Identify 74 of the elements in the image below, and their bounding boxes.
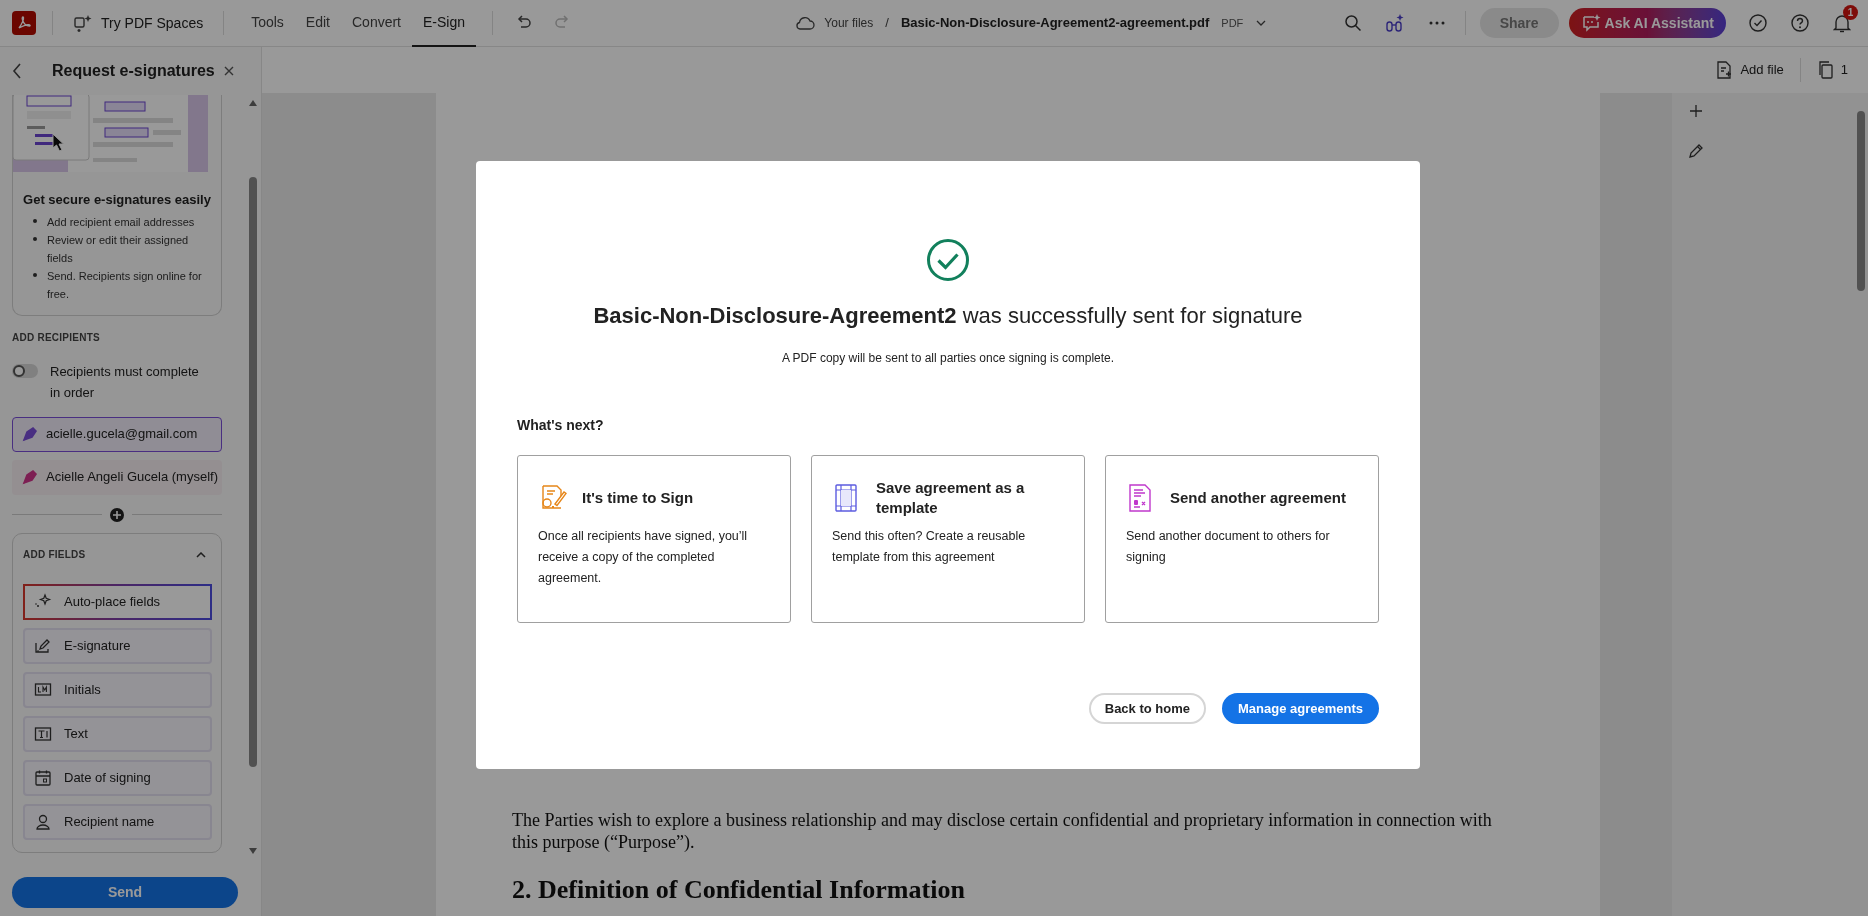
plus-icon [1690,105,1702,117]
sparkle-glasses-icon [1384,13,1405,33]
field-button[interactable]: E-signature [23,627,212,664]
file-name: Basic-Non-Disclosure-Agreement2-agreement.pdf [900,14,1210,33]
option-description: Send another document to others for signing [1126,528,1331,566]
option-card[interactable]: It's time to Sign Once all recipients have signed, you’ll receive a copy of the completed agreement. [517,455,791,623]
menu-tab[interactable]: Tools [240,0,295,47]
scrollbar-thumb[interactable] [1857,111,1865,291]
help-icon [1790,13,1810,33]
file-add-icon [1716,61,1733,79]
add-recipient-button[interactable] [110,507,124,522]
chevron-down-icon [1256,20,1267,26]
toggle-label: Recipients must complete in order [50,362,200,402]
field-button[interactable]: Text [23,715,212,752]
scroll-up-icon[interactable] [248,99,258,107]
dialog-subtitle: A PDF copy will be sent to all parties once signing is complete. [781,350,1115,367]
manage-agreements-button[interactable]: Manage agreements [1222,693,1379,724]
section-heading: What's next? [517,416,604,435]
file-type-label: PDF [1221,15,1244,31]
field-button[interactable]: Date of signing [23,759,212,796]
spaces-button[interactable]: Try PDF Spaces [69,7,208,39]
app-logo[interactable] [12,11,36,35]
search-icon [1343,14,1362,32]
option-title: Send another agreement [1170,488,1346,508]
option-description: Send this often? Create a reusable template from this agreement [832,528,1027,566]
section-heading: ADD FIELDS [23,548,86,562]
option-card[interactable]: Send another agreement Send another document to others for signing [1105,455,1379,623]
bullet-text: Review or edit their assigned fields [47,232,190,266]
bullet-text: Send. Recipients sign online for free. [47,268,203,302]
back-home-button[interactable]: Back to home [1088,693,1206,724]
recipient-chip[interactable]: Acielle Angeli Gucela (myself) [12,459,222,495]
page-count-button[interactable]: 1 [1816,60,1848,80]
pages-icon [1816,61,1833,79]
chevron-up-icon [196,551,206,558]
success-check-icon [926,238,970,282]
notification-badge: 1 [1843,5,1858,20]
section-heading: 2. Definition of Confidential Information [512,875,966,905]
text-field-icon [34,724,52,743]
breadcrumb-link[interactable]: Your files [824,14,874,32]
person-icon [34,812,52,831]
check-circle-icon [1748,13,1768,33]
option-description: Once all recipients have signed, you’ll receive a copy of the completed agreement. [538,528,749,587]
close-icon [224,66,234,76]
chevron-left-icon [12,63,22,79]
chat-sparkle-icon [1580,13,1601,33]
send-button[interactable]: Send [12,876,238,908]
sparkle-grid-icon [73,13,93,33]
cloud-icon [794,15,817,31]
option-card[interactable]: Save agreement as a template Send this often? Create a reusable template from this agreement [811,455,1085,623]
scrollbar-thumb[interactable] [249,177,257,767]
field-button[interactable]: Initials [23,671,212,708]
dialog-title: Basic-Non-Disclosure-Agreement2 was successfully sent for signature [593,302,1303,330]
toggle-switch[interactable] [12,363,38,378]
menu-tab[interactable]: Convert [341,0,412,47]
menu-tab[interactable]: Edit [294,0,341,47]
panel-title: Request e-signatures [52,61,216,81]
option-title: It's time to Sign [582,488,694,508]
scroll-down-icon[interactable] [248,847,258,855]
breadcrumb-separator: / [884,14,890,33]
initials-icon [34,680,52,699]
ai-assistant-button[interactable]: Ask AI Assistant [1568,8,1726,38]
bullet-text: Add recipient email addresses [47,214,195,230]
field-button[interactable]: Auto-place fields [23,583,212,620]
pencil-icon [1688,143,1704,159]
plus-icon [113,510,121,519]
promo-title: Get secure e-signatures easily [22,191,212,209]
recipient-chip[interactable]: acielle.gucela@gmail.com [12,416,222,452]
field-button[interactable]: Recipient name [23,803,212,840]
section-heading: ADD RECIPIENTS [12,330,101,345]
add-file-button[interactable]: Add file [1716,60,1784,80]
more-icon [1428,21,1445,25]
paragraph: The Parties wish to explore a business relationship and may disclose certain confidential and proprietary information in connection with this purpose (“Purpose”). [512,809,1493,853]
option-title: Save agreement as a template [876,478,1026,518]
calendar-icon [34,768,52,787]
